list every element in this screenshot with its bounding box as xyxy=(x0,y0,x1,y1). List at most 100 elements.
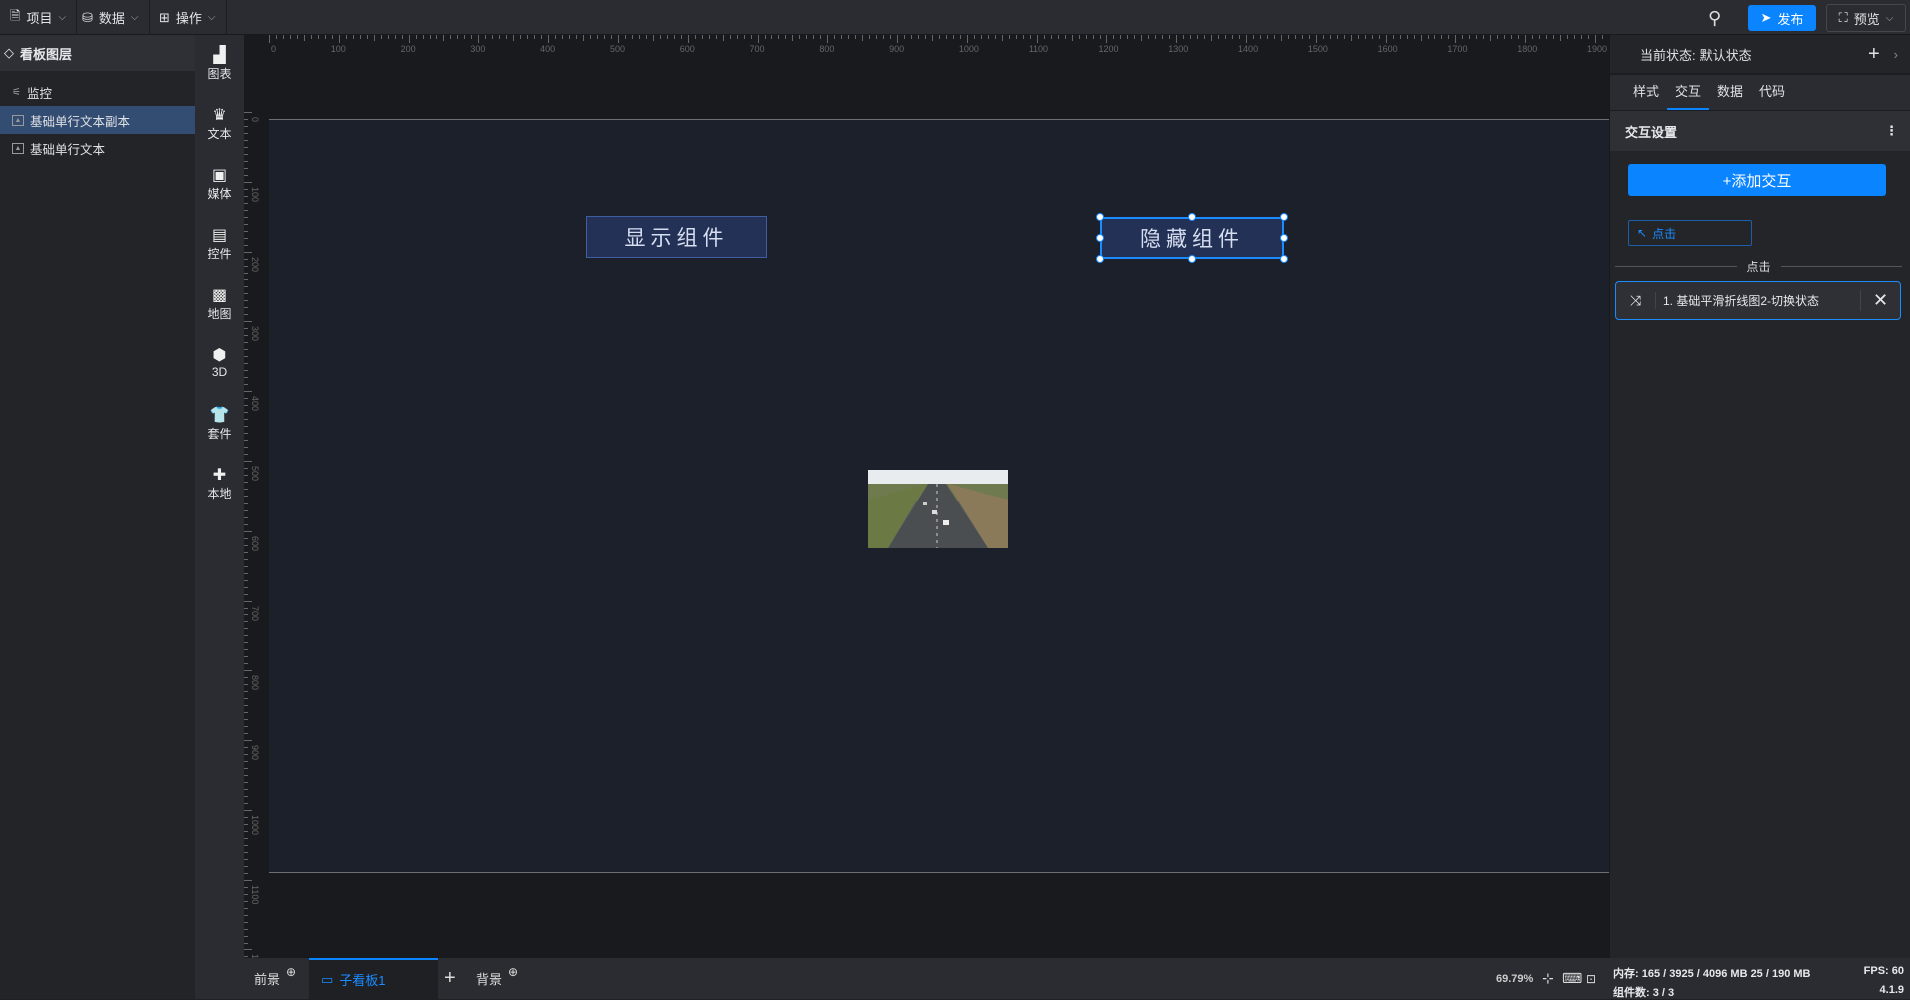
ruler-tick xyxy=(1134,35,1136,39)
layer-item[interactable]: ▲ 基础单行文本 xyxy=(0,134,195,162)
trigger-click-button[interactable]: ↖ 点击 xyxy=(1628,220,1752,246)
text-layer-icon: ▲ xyxy=(12,142,24,154)
ruler-tick xyxy=(244,837,248,839)
resize-handle[interactable] xyxy=(1096,255,1104,263)
ruler-tick xyxy=(1511,35,1513,39)
ruler-tick xyxy=(1406,35,1408,39)
tool-media[interactable]: ▣ 媒体 xyxy=(195,167,244,202)
layer-panel: ◇ 看板图层 ⚟ 监控 ▲ 基础单行文本副本 ▲ 基础单行文本 xyxy=(0,35,195,999)
tool-cube[interactable]: ⬢ 3D xyxy=(195,347,244,379)
file-icon: 🗎 xyxy=(10,7,21,23)
resize-handle[interactable] xyxy=(1188,213,1196,221)
ruler-label: 300 xyxy=(470,44,486,54)
ruler-label: 1600 xyxy=(1377,44,1398,54)
resize-handle[interactable] xyxy=(1280,234,1288,242)
ruler-tick xyxy=(415,35,417,39)
ruler-tick xyxy=(244,467,248,469)
ruler-tick xyxy=(1273,35,1275,39)
add-state-icon[interactable]: + xyxy=(1868,43,1880,66)
fit-screen-icon[interactable]: ⊹ xyxy=(1542,958,1554,999)
ruler-tick xyxy=(1343,35,1345,39)
ruler-tick xyxy=(244,802,248,804)
add-circle-icon[interactable]: ⊕ xyxy=(286,965,296,979)
tab-subboard[interactable]: ▭ 子看板1 xyxy=(309,958,438,999)
tab-property[interactable]: 交互 xyxy=(1667,75,1710,110)
vertical-ruler[interactable]: 0100200300400500600700800900100011001200 xyxy=(244,35,269,975)
hide-component-button[interactable]: 隐藏组件 xyxy=(1100,217,1284,259)
horizontal-ruler[interactable]: 0 100 200 300 400 500 600 700 800 900 1000 1100 1200… xyxy=(269,35,1610,57)
ruler-tick xyxy=(722,35,724,41)
ruler-tick xyxy=(244,391,252,393)
zoom-level[interactable]: 69.79% xyxy=(1496,958,1533,999)
menu-project[interactable]: 🗎 项目 ⌵ xyxy=(0,0,78,35)
tab-property[interactable]: 样式 xyxy=(1625,75,1667,110)
ruler-tick xyxy=(244,314,248,316)
add-circle-icon[interactable]: ⊕ xyxy=(508,965,518,979)
ruler-tick xyxy=(1434,35,1436,39)
artboard[interactable]: 显示组件 隐藏组件 xyxy=(269,119,1609,873)
preview-button[interactable]: ⛶ 预览 ⌵ xyxy=(1826,4,1906,32)
ruler-tick xyxy=(1036,35,1038,43)
monitor-video-image[interactable] xyxy=(868,470,1008,548)
tool-puzzle[interactable]: ✚ 本地 xyxy=(195,467,244,502)
ruler-tick xyxy=(244,907,248,909)
resize-handle[interactable] xyxy=(1188,255,1196,263)
tab-background[interactable]: 背景 ⊕ xyxy=(476,958,518,999)
map-icon: ▩ xyxy=(211,287,228,304)
ruler-tick xyxy=(244,244,248,246)
ruler-tick xyxy=(987,35,989,39)
ruler-tick xyxy=(244,788,248,790)
tool-map[interactable]: ▩ 地图 xyxy=(195,287,244,322)
ruler-tick xyxy=(1364,35,1366,39)
layer-item[interactable]: ▲ 基础单行文本副本 xyxy=(0,106,195,134)
layer-item[interactable]: ⚟ 监控 xyxy=(0,78,195,106)
add-board-button[interactable]: + xyxy=(444,958,456,999)
media-icon: ▣ xyxy=(211,167,228,184)
ruler-tick xyxy=(244,272,248,274)
ruler-tick xyxy=(244,265,248,267)
action-item[interactable]: ⤨ 1. 基础平滑折线图2-切换状态 ✕ xyxy=(1615,281,1901,320)
menu-data[interactable]: ⛁ 数据 ⌵ xyxy=(72,0,150,35)
publish-button[interactable]: ➤ 发布 xyxy=(1748,5,1816,31)
ruler-tick xyxy=(1546,35,1548,39)
ruler-tick xyxy=(925,35,927,39)
ruler-tick xyxy=(244,844,248,846)
resize-handle[interactable] xyxy=(1280,213,1288,221)
ruler-tick xyxy=(1308,35,1310,39)
close-icon[interactable]: ✕ xyxy=(1860,290,1900,311)
ruler-tick xyxy=(244,900,248,902)
ruler-tick xyxy=(1085,35,1087,39)
chevron-right-icon[interactable]: › xyxy=(1894,47,1898,62)
ruler-tick xyxy=(244,405,248,407)
tab-property[interactable]: 数据 xyxy=(1709,75,1751,110)
ruler-tick xyxy=(1504,35,1506,39)
more-icon[interactable]: ⋮ xyxy=(1885,123,1898,139)
ruler-tick xyxy=(1239,35,1241,39)
resize-handle[interactable] xyxy=(1280,255,1288,263)
tool-chart[interactable]: ▟ 图表 xyxy=(195,47,244,82)
ruler-tick xyxy=(652,35,654,41)
ruler-tick xyxy=(1113,35,1115,39)
terminal-icon[interactable]: ⊡ xyxy=(1586,958,1596,999)
ruler-tick xyxy=(548,35,550,43)
ruler-tick xyxy=(1525,35,1527,43)
ruler-tick xyxy=(244,174,248,176)
ruler-tick xyxy=(1266,35,1268,39)
tab-property[interactable]: 代码 xyxy=(1751,75,1793,110)
status-bar: 内存: 165 / 3925 / 4096 MB 25 / 190 MB FPS… xyxy=(1609,958,1910,999)
click-icon: ↖ xyxy=(1637,226,1648,240)
ruler-tick xyxy=(1301,35,1303,39)
keyboard-icon[interactable]: ⌨ xyxy=(1562,958,1582,999)
search-icon[interactable]: ⚲ xyxy=(1708,8,1721,29)
ruler-tick xyxy=(1385,35,1387,43)
resize-handle[interactable] xyxy=(1096,234,1104,242)
resize-handle[interactable] xyxy=(1096,213,1104,221)
show-component-button[interactable]: 显示组件 xyxy=(586,216,767,258)
ruler-tick xyxy=(1064,35,1066,39)
add-interaction-button[interactable]: +添加交互 xyxy=(1628,164,1886,196)
tool-control[interactable]: ▤ 控件 xyxy=(195,227,244,262)
tool-crown[interactable]: ♛ 文本 xyxy=(195,107,244,142)
menu-operate[interactable]: ⊞ 操作 ⌵ xyxy=(149,0,227,35)
tab-foreground[interactable]: 前景 ⊕ xyxy=(254,958,296,999)
tool-shirt[interactable]: 👕 套件 xyxy=(195,407,244,442)
